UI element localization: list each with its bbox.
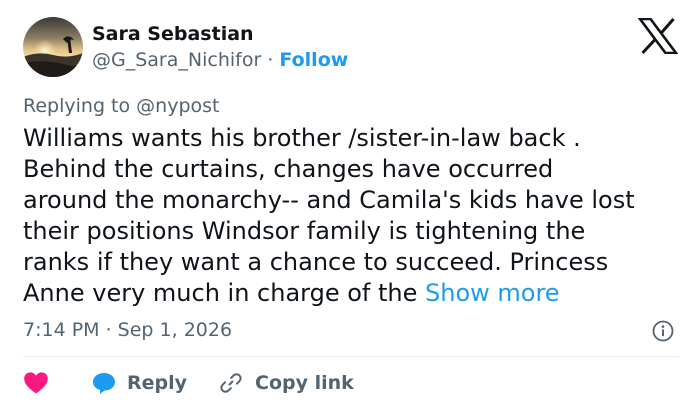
reply-context: Replying to @nypost [23,94,219,118]
avatar[interactable] [23,17,83,77]
action-bar: Reply Copy link [23,368,354,398]
handle-separator: · [267,49,274,71]
tweet-card: Sara Sebastian @G_Sara_Nichifor · Follow… [0,0,700,410]
author-handle[interactable]: @G_Sara_Nichifor [92,49,261,71]
reply-mention[interactable]: @nypost [136,95,219,117]
reply-context-prefix: Replying to [23,95,137,117]
tweet-timestamp[interactable]: 7:14 PM · Sep 1, 2026 [23,318,232,342]
tweet-text: Williams wants his brother /sister-in-la… [23,123,683,309]
copy-link-label: Copy link [255,372,354,394]
info-icon[interactable] [652,320,674,342]
heart-icon[interactable] [23,371,49,395]
link-icon [220,373,242,393]
follow-button[interactable]: Follow [279,49,348,71]
divider [23,356,679,357]
reply-label: Reply [127,372,188,394]
show-more-link[interactable]: Show more [425,279,560,307]
speech-bubble-icon [93,373,115,394]
copy-link-button[interactable]: Copy link [219,371,354,395]
author-name[interactable]: Sara Sebastian [92,22,254,46]
reply-button[interactable]: Reply [91,371,187,395]
x-logo-icon[interactable] [637,17,679,55]
author-handle-row: @G_Sara_Nichifor · Follow [92,48,348,72]
